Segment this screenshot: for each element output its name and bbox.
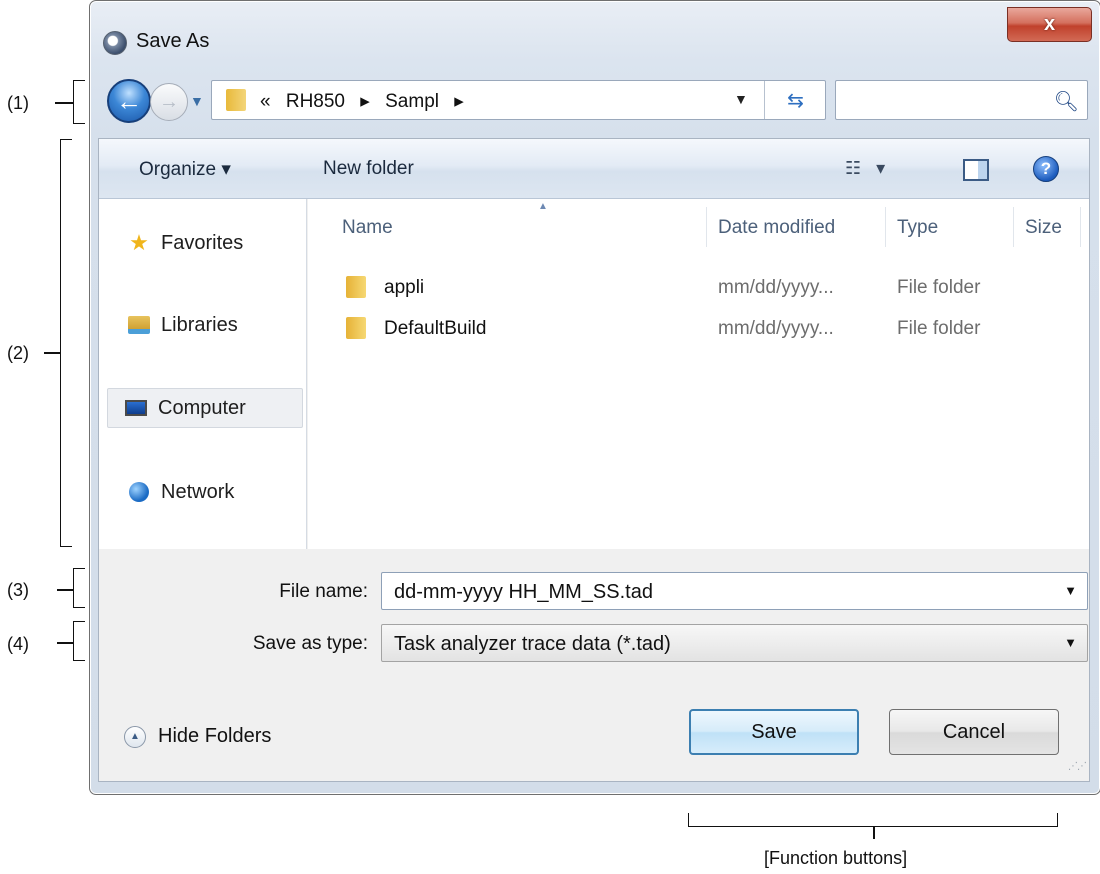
organize-menu[interactable]: Organize ▾ <box>139 158 231 181</box>
annotation-3: (3) <box>7 580 29 600</box>
sidebar-item-libraries[interactable]: Libraries <box>99 305 307 345</box>
search-input[interactable]: 🔍︎ <box>835 80 1088 120</box>
annotation-4-bracket <box>73 621 85 661</box>
table-row[interactable]: DefaultBuild mm/dd/yyyy... File folder <box>308 312 1089 348</box>
preview-pane-icon[interactable] <box>963 159 989 181</box>
refresh-icon: ⇆ <box>787 89 804 112</box>
chevron-down-icon[interactable]: ▼ <box>1064 583 1077 598</box>
column-header-date[interactable]: Date modified <box>718 217 835 239</box>
cancel-button[interactable]: Cancel <box>889 709 1059 755</box>
column-divider[interactable] <box>885 207 886 247</box>
sidebar-item-label: Libraries <box>161 313 238 336</box>
sidebar-item-label: Computer <box>158 396 246 419</box>
close-button[interactable]: x <box>1007 7 1092 42</box>
sidebar-item-network[interactable]: Network <box>99 472 307 512</box>
table-row[interactable]: appli mm/dd/yyyy... File folder <box>308 271 1089 307</box>
annotation-2-tick <box>44 352 60 354</box>
annotation-2-bracket <box>60 139 72 547</box>
sidebar-item-label: Favorites <box>161 231 244 254</box>
function-buttons-bracket <box>688 813 1058 827</box>
close-icon: x <box>1043 13 1056 35</box>
breadcrumb-separator[interactable]: ▸ <box>360 91 370 112</box>
save-type-label: Save as type: <box>252 633 368 654</box>
annotation-1-tick <box>55 102 73 104</box>
forward-arrow-icon: → <box>159 90 179 113</box>
breadcrumb-sampl[interactable]: Sampl <box>385 91 439 112</box>
file-name: appli <box>384 277 425 298</box>
chevron-down-icon: ▼ <box>190 93 204 109</box>
annotation-4-tick <box>57 642 73 644</box>
annotation-2: (2) <box>7 343 29 363</box>
recent-locations-dropdown[interactable]: ▼ <box>190 93 206 109</box>
file-type: File folder <box>897 277 981 298</box>
address-dropdown[interactable]: ▼ <box>734 91 748 107</box>
help-icon[interactable]: ? <box>1033 156 1059 182</box>
save-type-value: Task analyzer trace data (*.tad) <box>394 633 671 655</box>
column-header-size[interactable]: Size <box>1025 217 1062 239</box>
forward-button[interactable]: → <box>150 83 188 121</box>
sidebar-item-label: Network <box>161 480 235 503</box>
content-panel: Organize ▾ New folder ☷ ▾ ? ★ Favorites … <box>98 138 1090 782</box>
computer-icon <box>122 394 150 422</box>
function-buttons-stem <box>873 827 875 839</box>
sidebar-item-computer[interactable]: Computer <box>107 388 303 428</box>
file-name-field[interactable]: dd-mm-yyyy HH_MM_SS.tad ▼ <box>381 572 1088 610</box>
change-view-button[interactable]: ☷ ▾ <box>845 158 885 179</box>
annotation-3-tick <box>57 589 73 591</box>
back-arrow-icon: ← <box>116 85 142 116</box>
file-name-label: File name: <box>279 581 368 602</box>
refresh-button[interactable]: ⇆ <box>764 81 826 119</box>
column-header-name[interactable]: Name <box>342 217 393 239</box>
file-list: ▲ Name Date modified Type Size appli mm/… <box>308 199 1089 549</box>
annotation-3-bracket <box>73 568 85 608</box>
chevron-down-icon: ▾ <box>876 158 886 178</box>
column-header-type[interactable]: Type <box>897 217 938 239</box>
navigation-pane: ★ Favorites Libraries Computer Network <box>99 199 307 549</box>
hide-folders-label: Hide Folders <box>158 725 272 747</box>
chevron-up-icon: ▲ <box>124 725 146 748</box>
folder-icon <box>226 89 246 111</box>
star-icon: ★ <box>129 230 149 255</box>
chevron-down-icon: ▼ <box>734 91 748 107</box>
libraries-icon <box>125 311 153 339</box>
file-date: mm/dd/yyyy... <box>718 318 834 339</box>
dialog-title: Save As <box>136 30 210 52</box>
network-icon <box>125 478 153 506</box>
breadcrumb-rh850[interactable]: RH850 <box>286 91 345 112</box>
resize-grip-icon[interactable]: ⋰⋰ <box>1068 761 1087 772</box>
column-divider[interactable] <box>1013 207 1014 247</box>
folder-icon <box>346 317 366 339</box>
annotation-1: (1) <box>7 93 29 113</box>
column-divider[interactable] <box>706 207 707 247</box>
annotation-4: (4) <box>7 634 29 654</box>
save-button[interactable]: Save <box>689 709 859 755</box>
view-list-icon: ☷ <box>845 158 862 178</box>
file-type: File folder <box>897 318 981 339</box>
save-type-select[interactable]: Task analyzer trace data (*.tad) ▼ <box>381 624 1088 662</box>
sort-ascending-icon: ▲ <box>538 201 548 212</box>
app-icon <box>103 31 127 55</box>
breadcrumb: « RH850 ▸ Sampl ▸ <box>260 90 474 113</box>
breadcrumb-overflow[interactable]: « <box>260 91 271 112</box>
function-buttons-label: [Function buttons] <box>764 848 908 868</box>
folder-icon <box>346 276 366 298</box>
file-name-value: dd-mm-yyyy HH_MM_SS.tad <box>394 581 653 603</box>
back-button[interactable]: ← <box>107 79 151 123</box>
chevron-down-icon[interactable]: ▼ <box>1064 635 1077 650</box>
search-icon[interactable]: 🔍︎ <box>1054 89 1079 114</box>
hide-folders-button[interactable]: ▲ Hide Folders <box>124 725 271 748</box>
save-as-dialog: Save As x ← → ▼ « RH850 ▸ Sampl ▸ ▼ ⇆ 🔍︎… <box>89 0 1100 795</box>
new-folder-button[interactable]: New folder <box>323 158 414 180</box>
command-toolbar: Organize ▾ New folder ☷ ▾ ? <box>99 139 1089 199</box>
annotation-1-bracket <box>73 80 85 124</box>
breadcrumb-separator[interactable]: ▸ <box>454 91 464 112</box>
file-date: mm/dd/yyyy... <box>718 277 834 298</box>
column-divider[interactable] <box>1080 207 1081 247</box>
sidebar-item-favorites[interactable]: ★ Favorites <box>99 223 307 263</box>
address-bar[interactable]: « RH850 ▸ Sampl ▸ ▼ ⇆ <box>211 80 826 120</box>
file-name: DefaultBuild <box>384 318 487 339</box>
